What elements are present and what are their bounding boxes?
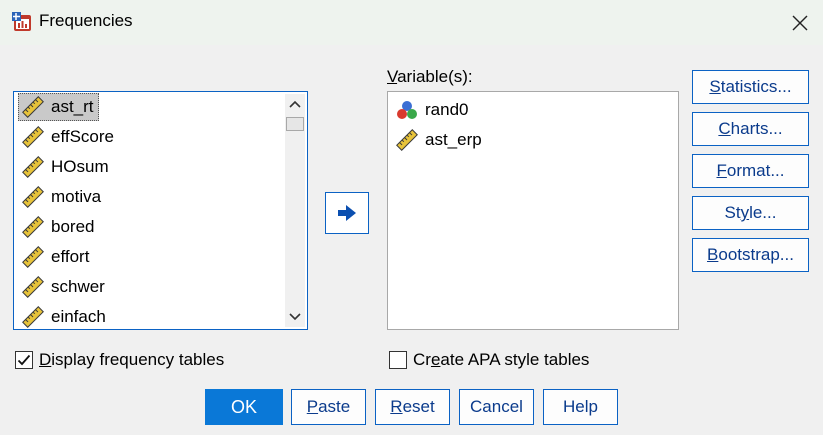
scale-variable-icon	[21, 305, 45, 329]
paste-button[interactable]: Paste	[291, 389, 366, 425]
list-item[interactable]: effScore	[18, 123, 119, 151]
list-item[interactable]: HOsum	[18, 153, 114, 181]
vertical-scrollbar[interactable]	[285, 94, 305, 327]
close-button[interactable]	[777, 0, 823, 45]
scroll-down-button[interactable]	[285, 307, 305, 327]
title-bar: Frequencies	[0, 0, 823, 45]
charts-button[interactable]: Charts...	[692, 112, 809, 146]
help-button[interactable]: Help	[543, 389, 618, 425]
list-item[interactable]: effort	[18, 243, 94, 271]
arrow-right-icon	[338, 205, 356, 221]
display-frequency-tables-checkbox[interactable]: Display frequency tables	[15, 350, 224, 370]
checkbox-label: Display frequency tables	[39, 350, 225, 369]
scrollbar-thumb[interactable]	[286, 117, 304, 131]
scale-variable-icon	[21, 245, 45, 269]
list-item[interactable]: motiva	[18, 183, 106, 211]
list-item[interactable]: schwer	[18, 273, 110, 301]
checkbox-box[interactable]	[15, 351, 33, 369]
statistics-button[interactable]: Statistics...	[692, 70, 809, 104]
scale-variable-icon	[21, 95, 45, 119]
style-button[interactable]: St y le...	[692, 196, 809, 230]
scale-variable-icon	[21, 275, 45, 299]
close-icon	[792, 15, 808, 30]
source-variable-list[interactable]: ast_rt effScore HOsum motiva bored effor…	[13, 91, 308, 330]
target-variable-list[interactable]: rand0 ast_erp	[387, 91, 679, 330]
list-item[interactable]: ast_erp	[392, 126, 487, 154]
checkmark-icon	[17, 354, 31, 366]
spss-app-icon	[12, 12, 31, 31]
ok-button[interactable]: OK	[205, 389, 283, 425]
scroll-up-button[interactable]	[285, 94, 305, 114]
scale-variable-icon	[21, 125, 45, 149]
format-button[interactable]: Format...	[692, 154, 809, 188]
move-variable-button[interactable]	[325, 192, 369, 234]
scale-variable-icon	[21, 185, 45, 209]
cancel-button[interactable]: Cancel	[459, 389, 534, 425]
list-item[interactable]: ast_rt	[18, 93, 99, 121]
nominal-variable-icon	[395, 98, 419, 122]
chevron-up-icon	[289, 100, 301, 108]
window-title: Frequencies	[39, 11, 133, 30]
scale-variable-icon	[395, 128, 419, 152]
create-apa-tables-checkbox[interactable]: Create APA style tables	[389, 350, 589, 370]
bootstrap-button[interactable]: Bootstrap...	[692, 238, 809, 272]
list-item[interactable]: einfach	[18, 303, 111, 331]
variables-label: Variable(s):	[387, 67, 473, 86]
reset-button[interactable]: Reset	[375, 389, 450, 425]
scale-variable-icon	[21, 155, 45, 179]
chevron-down-icon	[289, 313, 301, 321]
list-item[interactable]: bored	[18, 213, 99, 241]
checkbox-box[interactable]	[389, 351, 407, 369]
scale-variable-icon	[21, 215, 45, 239]
list-item[interactable]: rand0	[392, 96, 473, 124]
checkbox-label: Create APA style tables	[413, 350, 590, 369]
